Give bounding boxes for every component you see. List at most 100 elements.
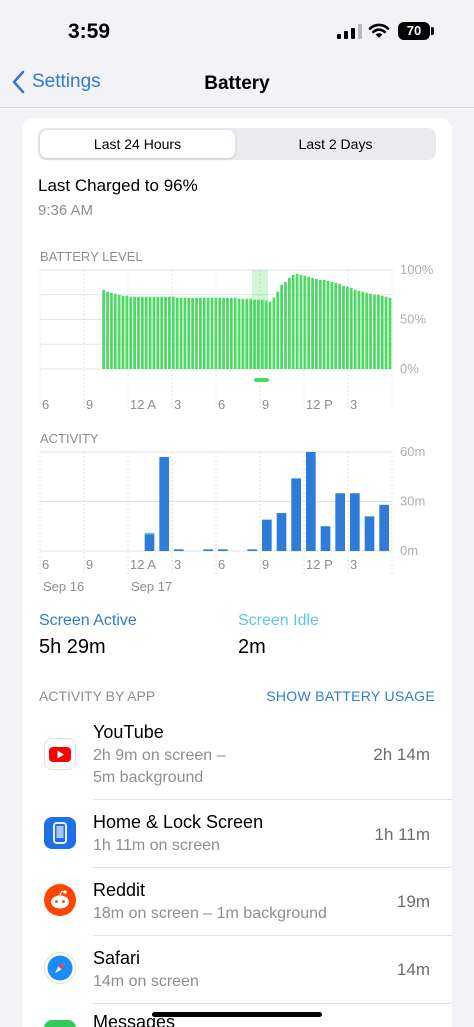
x-tick-label: 3: [350, 557, 357, 572]
activity-bar: [335, 493, 345, 551]
battery-level-chart: 100% 50% 0% 6 9 12 A 3 6 9 12 P 3: [39, 262, 434, 412]
activity-bar: [364, 516, 375, 551]
app-list: YouTube 2h 9m on screen – 5m background …: [22, 710, 452, 1027]
activity-bar: [291, 478, 301, 551]
battery-bar: [303, 275, 307, 369]
activity-heading: ACTIVITY: [40, 431, 99, 446]
app-detail: 1h 11m on screen: [93, 837, 220, 854]
activity-bar: [218, 549, 228, 551]
battery-bar: [171, 296, 175, 369]
x-tick-label: 6: [42, 557, 49, 572]
activity-bar: [276, 513, 287, 551]
app-detail: 18m on screen – 1m background: [93, 905, 327, 922]
app-row-safari[interactable]: Safari 14m on screen 14m: [22, 936, 452, 1003]
screen-idle-value: 2m: [238, 636, 266, 658]
battery-bar: [164, 296, 167, 369]
battery-bar: [237, 298, 241, 369]
idle-bar: [144, 532, 155, 535]
reddit-icon: [44, 884, 76, 916]
battery-bar: [206, 297, 210, 369]
battery-bar: [191, 297, 195, 369]
app-name: Safari: [93, 948, 141, 968]
home-lock-screen-icon: [44, 817, 76, 849]
battery-bar: [144, 296, 148, 369]
battery-bar: [268, 301, 272, 369]
battery-bar: [202, 297, 206, 369]
x-tick-label: 12 P: [306, 397, 333, 412]
battery-bar: [291, 274, 295, 369]
y-tick-label: 0m: [400, 543, 418, 558]
screen-idle-label: Screen Idle: [238, 612, 319, 629]
battery-bar: [133, 296, 137, 369]
battery-bar: [318, 279, 322, 369]
battery-bar: [307, 276, 311, 369]
battery-bar: [295, 273, 299, 369]
date-label-sep-17: Sep 17: [131, 579, 172, 594]
battery-bar: [160, 296, 164, 369]
battery-bar: [330, 281, 334, 369]
x-tick-label: 3: [350, 397, 357, 412]
app-row-youtube[interactable]: YouTube 2h 9m on screen – 5m background …: [22, 710, 452, 799]
battery-bar: [140, 296, 144, 369]
activity-bar: [144, 534, 155, 551]
battery-bar: [102, 289, 106, 369]
battery-bar: [287, 277, 291, 369]
battery-bar: [326, 280, 330, 369]
battery-bar: [264, 300, 268, 369]
battery-bar: [322, 279, 326, 369]
charging-indicator: [254, 378, 269, 382]
battery-bar: [384, 296, 388, 369]
activity-bar: [379, 504, 389, 551]
y-tick-label: 0%: [400, 361, 419, 376]
battery-bar: [222, 297, 225, 369]
battery-bar: [137, 296, 140, 369]
battery-bar: [168, 296, 171, 369]
activity-bar: [320, 526, 331, 551]
battery-bar: [357, 290, 361, 369]
activity-bar: [247, 549, 257, 551]
app-usage-time: 1h 11m: [374, 825, 430, 844]
y-tick-label: 60m: [400, 444, 425, 459]
screen-active-label: Screen Active: [39, 612, 137, 629]
battery-bar: [361, 291, 365, 369]
app-usage-time: 2h 14m: [373, 745, 430, 764]
battery-bar: [183, 297, 187, 369]
battery-bar: [272, 297, 276, 369]
battery-bar: [284, 281, 287, 369]
x-tick-label: 9: [86, 557, 93, 572]
battery-bar: [249, 298, 253, 369]
x-tick-label: 6: [218, 397, 225, 412]
battery-bar: [299, 274, 303, 369]
battery-bar: [342, 285, 345, 369]
battery-bar: [315, 278, 318, 369]
battery-bar: [245, 298, 249, 369]
x-tick-label: 6: [218, 557, 225, 572]
app-usage-time: 19m: [396, 892, 430, 911]
activity-bar: [159, 456, 169, 551]
battery-bar: [241, 298, 245, 369]
battery-bar: [276, 291, 280, 369]
home-indicator: [152, 1012, 322, 1017]
battery-bar: [233, 297, 237, 369]
battery-bar: [353, 289, 357, 369]
date-label-sep-16: Sep 16: [43, 579, 84, 594]
x-tick-label: 3: [174, 397, 181, 412]
y-tick-label: 50%: [400, 312, 426, 327]
battery-bar: [214, 297, 218, 369]
battery-bar: [380, 295, 384, 369]
activity-bar: [174, 549, 184, 551]
battery-bar: [260, 299, 264, 369]
battery-bar: [218, 297, 222, 369]
activity-bar: [203, 549, 213, 551]
app-row-reddit[interactable]: Reddit 18m on screen – 1m background 19m: [22, 868, 452, 935]
app-row-home-lock-screen[interactable]: Home & Lock Screen 1h 11m on screen 1h 1…: [22, 800, 452, 867]
battery-bar: [113, 293, 117, 369]
battery-bar: [373, 294, 376, 369]
show-battery-usage-button[interactable]: SHOW BATTERY USAGE: [266, 688, 435, 704]
app-name: Home & Lock Screen: [93, 812, 264, 832]
activity-chart: 60m 30m 0m 6 9 12 A 3 6 9 12 P 3: [39, 444, 425, 575]
battery-bar: [253, 299, 256, 369]
activity-bar: [306, 452, 316, 551]
battery-bar: [198, 297, 202, 369]
battery-level-heading: BATTERY LEVEL: [40, 249, 143, 264]
